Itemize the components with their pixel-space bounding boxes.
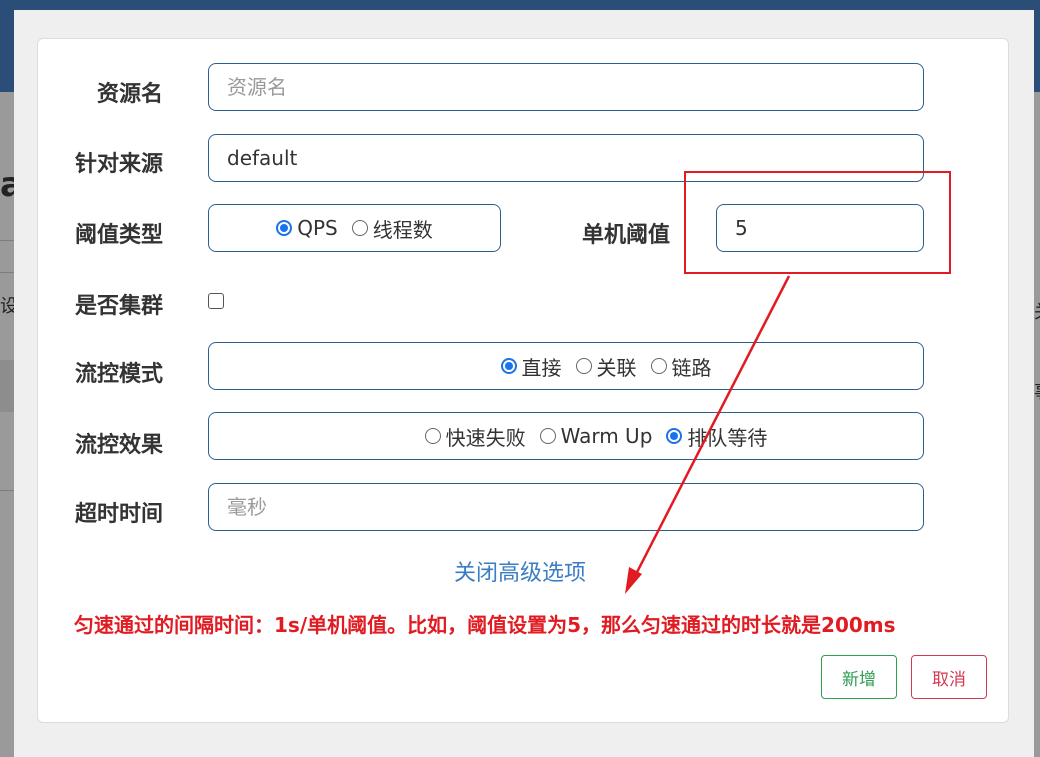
annotation-arrow: [625, 275, 791, 594]
annotation-arrow-line: [632, 275, 791, 579]
annotation-arrow-head: [625, 567, 642, 594]
